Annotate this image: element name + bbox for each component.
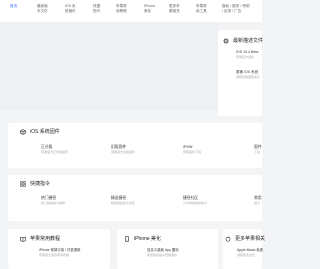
shortcuts-featured[interactable]: 精选捷径 精选快捷指令合集 [111,196,135,205]
nav-ios-firmware[interactable]: iOS 系 统固件 [65,4,85,13]
shortcuts-icon [20,180,26,187]
shortcuts-card: 快捷指令 热门捷径 热门快捷指令推荐 精选捷径 精选快捷指令合集 捷径社区 分享… [8,175,262,221]
firmware-ipsw[interactable]: iPSW 苹果固件下载 [183,145,201,154]
more-apple-music[interactable]: Apple Music 免费 领取免费会员 [237,248,263,257]
phone-icon [124,235,130,242]
apple-icon [225,235,231,242]
top-navigation: 首页 最新版 本文件 iOS 系 统固件 快捷 指令 苹果常 用教程 iPhon… [0,0,262,22]
shortcuts-more[interactable]: 常用 指令 [254,196,262,205]
nav-beautify[interactable]: iPhone 美化 [144,4,164,13]
more-apple-title: 更多苹果相关 [225,235,265,242]
book-icon [20,236,26,242]
latest-item-block-update[interactable]: 屏蔽 iOS 系统 屏蔽系统更新提示 [236,70,260,79]
beautify-icons[interactable]: 自定义桌面 App 图标 使用快捷指令更换图标 [147,248,179,257]
shortcuts-title: 快捷指令 [20,180,50,187]
tutorials-card: 苹果常用教程 iPhone 抹掉订阅 / 付费退款 苹果官方退款申请教程 [8,229,110,269]
nav-latest-profiles[interactable]: 最新版 本文件 [37,4,57,13]
more-apple-card: 更多苹果相关 Apple Music 免费 领取免费会员 [223,229,265,269]
ios-firmware-title: iOS 系统固件 [20,128,60,135]
beautify-title: iPhone 美化 [124,235,161,242]
latest-item-ios-beta[interactable]: iOS 19.4 Beta 苹果官方最新 [236,50,258,59]
beautify-card: iPhone 美化 自定义桌面 App 图标 使用快捷指令更换图标 [117,229,218,269]
firmware-more[interactable]: 固件 下载 [254,145,262,154]
tutorials-title: 苹果常用教程 [20,235,60,242]
shortcuts-community[interactable]: 捷径社区 分享你的快捷指令 [183,196,207,205]
banner-area [0,22,218,110]
nav-privacy-feedback[interactable]: 隐私 / 服务 / 赞助 / 反馈 / 广告 [222,4,262,13]
cube-icon [20,128,26,135]
firmware-official[interactable]: 正式版 苹果官方正式版固件 [41,145,68,154]
shortcuts-hot[interactable]: 热门捷径 热门快捷指令推荐 [41,196,65,205]
nav-home[interactable]: 首页 [10,4,17,9]
firmware-old[interactable]: 旧版固件 苹果官方旧版固件 [111,145,135,154]
ios-firmware-card: iOS 系统固件 正式版 苹果官方正式版固件 旧版固件 苹果官方旧版固件 iPS… [8,123,262,168]
nav-more-apple[interactable]: 更多苹 果相关 [169,4,189,13]
latest-profiles-title: 最新描述文件 [223,37,263,44]
nav-tools[interactable]: 苹果常 用工具 [196,4,216,13]
nav-shortcuts[interactable]: 快捷 指令 [93,4,113,13]
gear-icon [223,38,229,44]
nav-tutorials[interactable]: 苹果常 用教程 [116,4,136,13]
tutorial-refund[interactable]: iPhone 抹掉订阅 / 付费退款 苹果官方退款申请教程 [39,248,80,257]
